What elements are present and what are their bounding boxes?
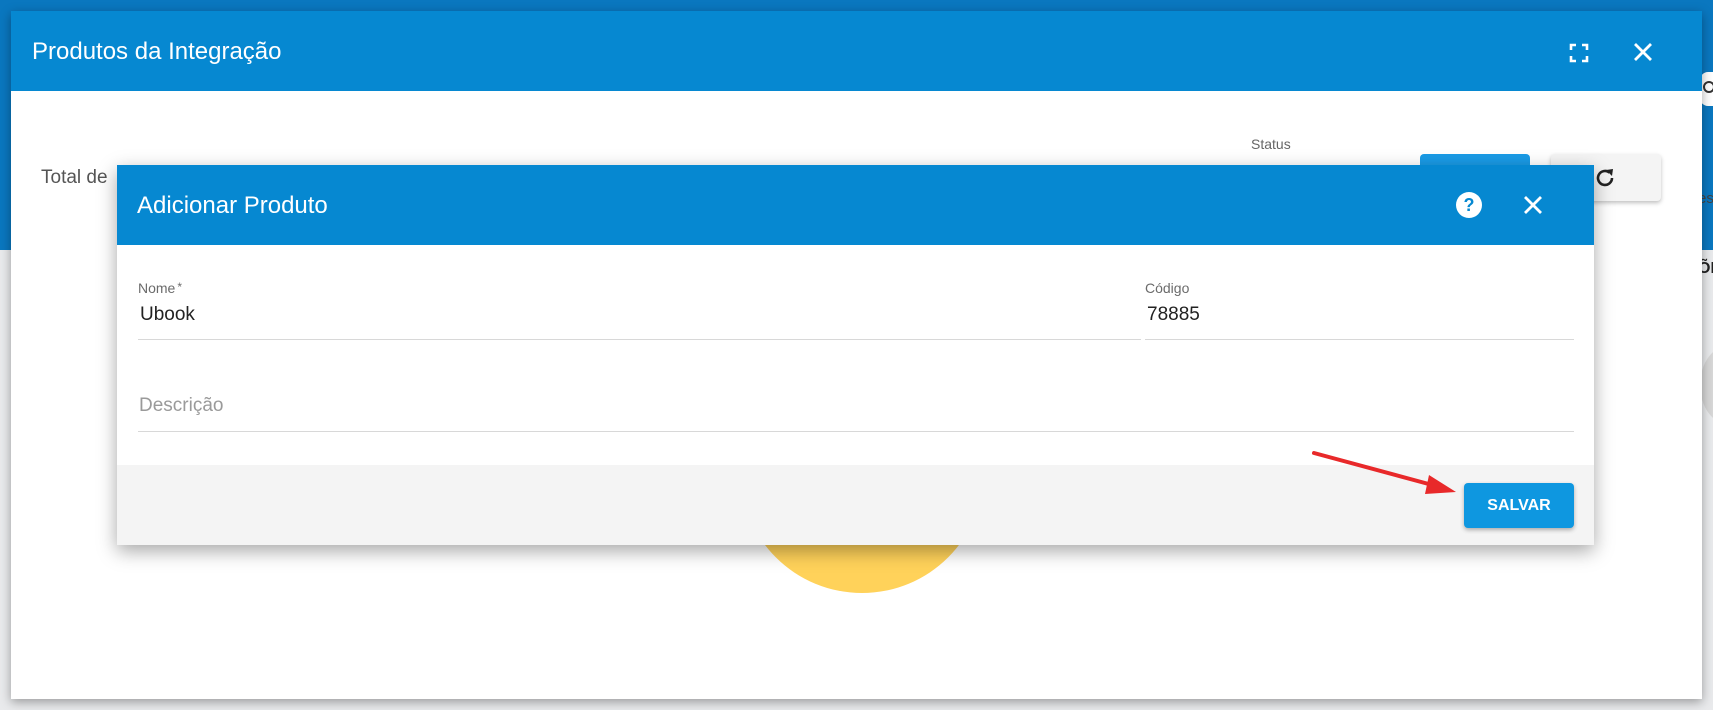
descricao-underline [138,431,1574,432]
close-icon [1634,43,1652,61]
save-button[interactable]: SALVAR [1464,483,1574,528]
nome-label-text: Nome [138,280,176,296]
fullscreen-button[interactable] [1565,39,1593,67]
fullscreen-icon [1569,43,1589,63]
nome-label: Nome * [138,280,1141,296]
codigo-input[interactable]: 78885 [1145,304,1574,326]
descricao-input[interactable]: Descrição [138,395,1574,417]
nome-underline [138,339,1141,340]
codigo-field[interactable]: Código 78885 [1145,280,1574,340]
modal-header: Produtos da Integração [11,11,1702,91]
codigo-underline [1145,339,1574,340]
modal-close-button[interactable] [1628,37,1658,67]
status-filter-label: Status [1251,136,1291,152]
modal-title: Produtos da Integração [32,38,282,65]
arrow-annotation [1312,451,1456,494]
dialog-close-button[interactable] [1518,190,1548,220]
svg-text:?: ? [1464,195,1475,215]
nome-input[interactable]: Ubook [138,304,1141,326]
refresh-icon [1596,169,1614,187]
nome-field[interactable]: Nome * Ubook [138,280,1141,340]
close-icon [1524,196,1542,214]
required-mark: * [177,280,183,294]
descricao-field[interactable]: Descrição [138,395,1574,435]
total-label: Total de [41,167,108,188]
codigo-label: Código [1145,280,1190,296]
search-icon [1703,81,1713,93]
help-icon: ? [1456,192,1482,218]
dialog-header: Adicionar Produto ? [117,165,1594,245]
help-button[interactable]: ? [1454,190,1484,220]
dialog-title: Adicionar Produto [137,192,328,219]
